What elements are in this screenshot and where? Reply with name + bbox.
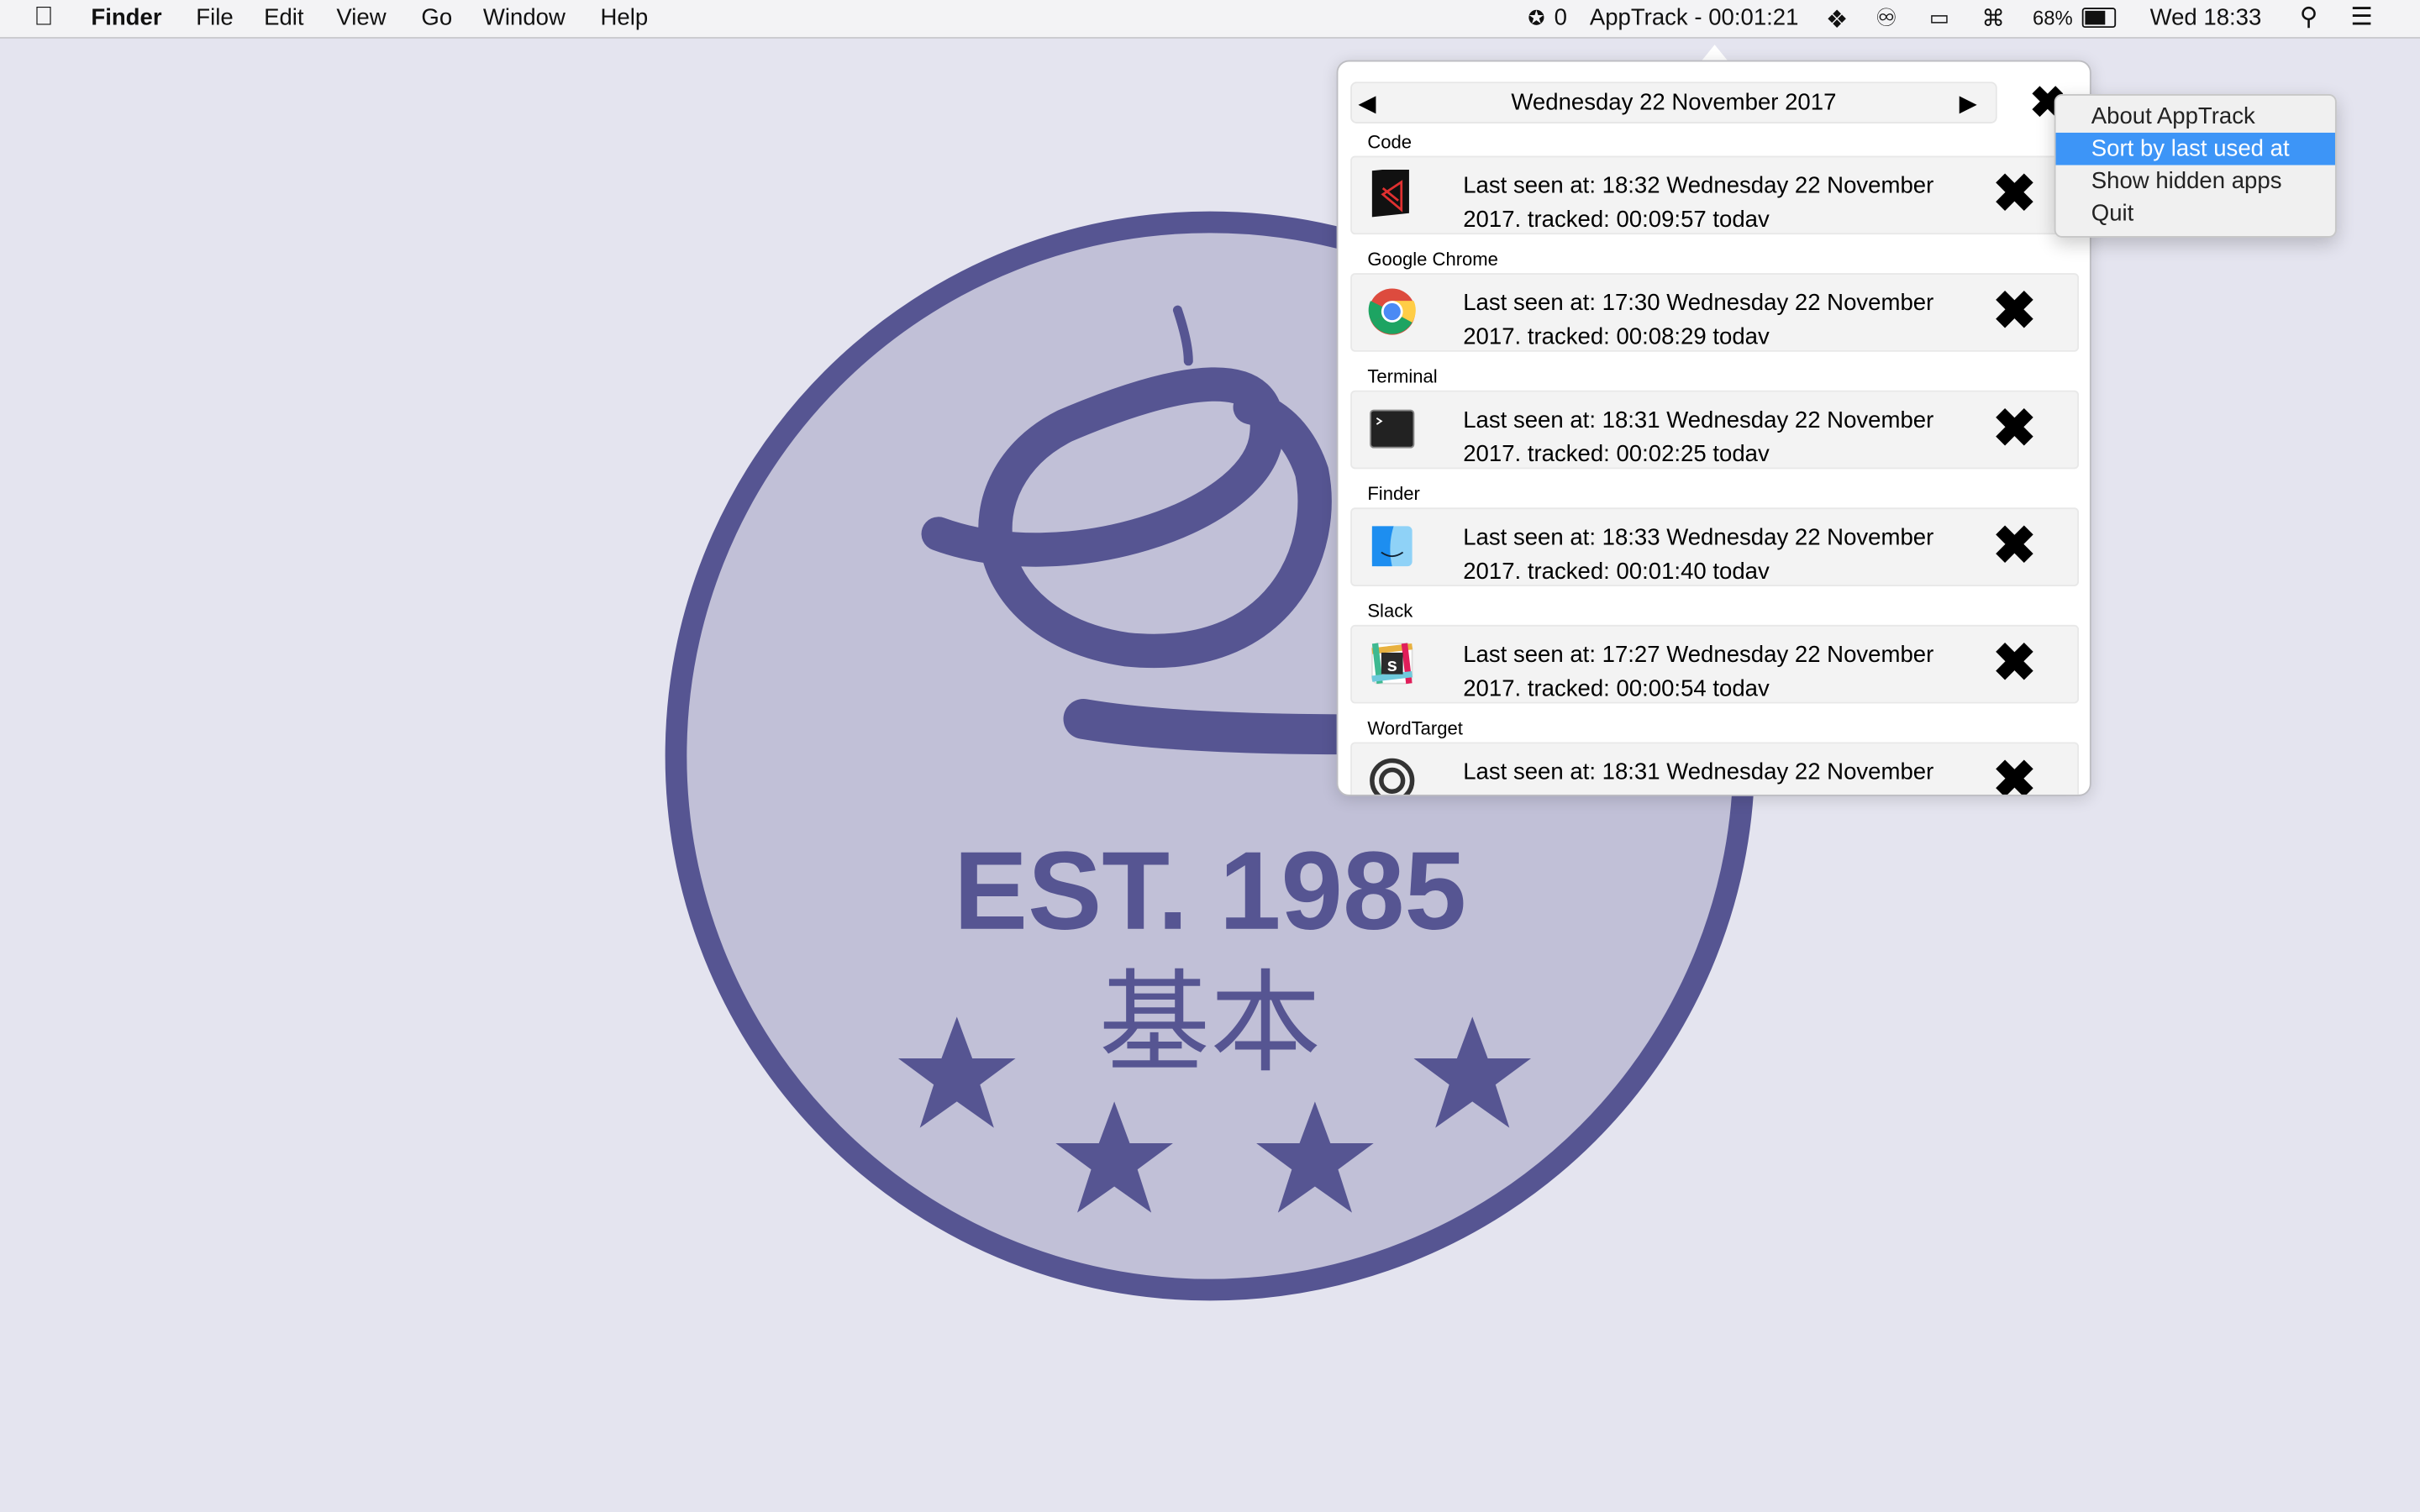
svg-text:s: s [1387,654,1397,675]
app-section-finder: Finder Last seen at: 18:33 Wednesday 22 … [1350,482,2080,586]
last-seen: Last seen at: 18:31 Wednesday 22 Novembe… [1463,407,1934,434]
menu-app-name[interactable]: Finder [91,5,161,31]
wifi-icon[interactable]: ⌘ [1981,5,2005,33]
app-name: Code [1367,131,1413,153]
tracked-time: 2017. tracked: 00:09:57 todav [1463,207,1770,234]
list-item[interactable]: s Last seen at: 17:27 Wednesday 22 Novem… [1350,624,2080,704]
apptrack-status-item[interactable]: AppTrack - 00:01:21 [1590,5,1799,31]
last-seen: Last seen at: 18:31 Wednesday 22 Novembe… [1463,759,1934,785]
slack-icon: s [1370,642,1413,685]
hide-app-button[interactable]: ✖ [1992,284,2036,339]
tracked-time: 2017. tracked: 00:02:25 todav [1463,441,1770,468]
status-count[interactable]: 0 [1555,5,1567,31]
menu-item-quit[interactable]: Quit [2056,197,2335,230]
logo-kanji-text: 基本 [1099,959,1321,1089]
menu-view[interactable]: View [336,5,386,31]
apple-icon[interactable]:  [34,2,53,33]
list-item[interactable]: Last seen at: 17:30 Wednesday 22 Novembe… [1350,273,2080,352]
notification-center-icon[interactable]: ☰ [2350,2,2372,33]
app-name: WordTarget [1367,717,1463,739]
list-item[interactable]: Last seen at: 18:31 Wednesday 22 Novembe… [1350,390,2080,470]
menu-item-sort-by-last-used[interactable]: Sort by last used at [2055,132,2335,165]
hide-app-button[interactable]: ✖ [1992,518,2036,574]
menu-item-show-hidden-apps[interactable]: Show hidden apps [2056,165,2335,198]
tracked-time: 2017. tracked: 00:01:40 todav [1463,558,1770,585]
status-star-icon[interactable]: ✪ [1528,6,1544,30]
dropbox-icon[interactable]: ❖ [1826,5,1848,36]
battery-percent: 68% [2032,6,2073,29]
hide-app-button[interactable]: ✖ [1992,402,2036,457]
menu-window[interactable]: Window [483,5,566,31]
clock[interactable]: Wed 18:33 [2150,5,2262,31]
popover-arrow [1701,45,1729,62]
wordtarget-icon [1370,758,1415,795]
creative-cloud-icon[interactable]: ♾ [1876,3,1897,34]
menu-bar:  Finder File Edit View Go Window Help ✪… [0,0,2420,39]
hide-app-button[interactable]: ✖ [1992,636,2036,691]
spotlight-icon[interactable]: ⚲ [2300,2,2318,33]
app-name: Google Chrome [1367,248,1498,270]
battery-icon[interactable] [2081,8,2117,29]
app-section-terminal: Terminal Last seen at: 18:31 Wednesday 2… [1350,365,2080,470]
last-seen: Last seen at: 17:30 Wednesday 22 Novembe… [1463,290,1934,317]
context-menu: About AppTrack Sort by last used at Show… [2054,94,2337,238]
menu-file[interactable]: File [196,5,233,31]
current-date: Wednesday 22 November 2017 [1511,89,1837,116]
list-item[interactable]: Last seen at: 18:33 Wednesday 22 Novembe… [1350,507,2080,586]
tracked-time: 2017. tracked: 00:00:54 todav [1463,675,1770,702]
hide-app-button[interactable]: ✖ [1992,753,2036,795]
airplay-icon[interactable]: ▭ [1929,5,1949,31]
app-name: Terminal [1367,365,1438,388]
last-seen: Last seen at: 17:27 Wednesday 22 Novembe… [1463,642,1934,669]
logo-est-text: EST. 1985 [954,829,1466,953]
hide-app-button[interactable]: ✖ [1992,166,2036,222]
date-navigator: ◀ Wednesday 22 November 2017 ▶ [1350,81,1997,123]
app-section-chrome: Google Chrome Last seen at: 17:30 Wednes… [1350,248,2080,352]
next-day-button[interactable]: ▶ [1960,90,1977,117]
apptrack-popover: ◀ Wednesday 22 November 2017 ▶ ✖ Code La… [1336,60,2091,796]
app-name: Slack [1367,600,1413,622]
app-section-code: Code Last seen at: 18:32 Wednesday 22 No… [1350,131,2080,235]
app-section-slack: Slack s Last seen at: 17:27 Wednesday 22… [1350,600,2080,704]
menu-go[interactable]: Go [421,5,452,31]
tracked-time: 2017. tracked: 00:08:29 todav [1463,323,1770,350]
last-seen: Last seen at: 18:33 Wednesday 22 Novembe… [1463,524,1934,551]
finder-icon [1371,526,1413,567]
list-item[interactable]: Last seen at: 18:31 Wednesday 22 Novembe… [1350,742,2080,795]
menu-help[interactable]: Help [600,5,648,31]
menu-edit[interactable]: Edit [264,5,303,31]
app-section-wordtarget: WordTarget Last seen at: 18:31 Wednesday… [1350,717,2080,795]
vscode-icon [1371,170,1409,218]
app-name: Finder [1367,482,1420,505]
list-item[interactable]: Last seen at: 18:32 Wednesday 22 Novembe… [1350,155,2080,235]
menu-item-about[interactable]: About AppTrack [2056,100,2335,133]
terminal-icon [1370,409,1415,449]
last-seen: Last seen at: 18:32 Wednesday 22 Novembe… [1463,172,1934,199]
chrome-icon [1368,288,1416,335]
